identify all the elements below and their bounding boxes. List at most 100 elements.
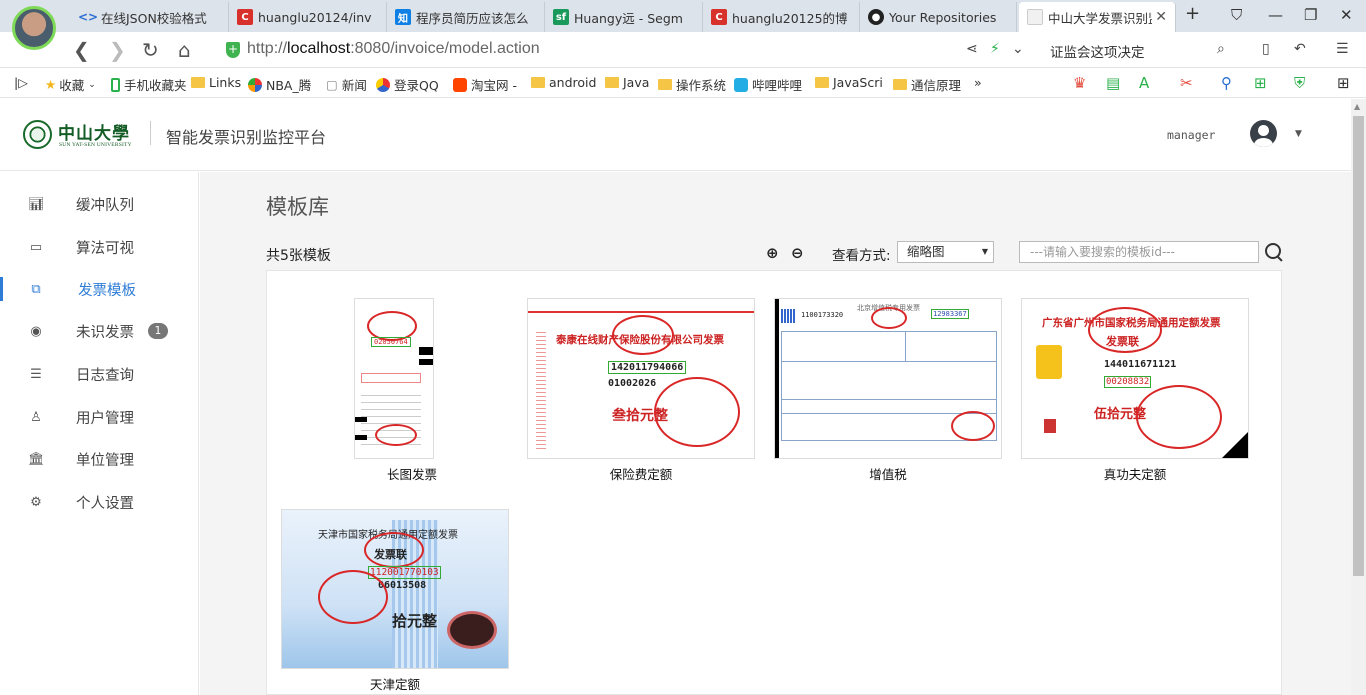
bookmark-item[interactable]: JavaScri xyxy=(815,75,883,90)
sidebar-item-user-management[interactable]: ♙ 用户管理 xyxy=(0,396,198,438)
template-card[interactable]: 02050764 长图发票 xyxy=(314,298,510,484)
template-thumbnail[interactable]: 1100173320 北京增值税专用发票 12983367 xyxy=(774,298,1002,459)
zoom-in-icon[interactable]: ⊕ xyxy=(766,244,779,262)
undo-icon[interactable]: ↶ xyxy=(1294,41,1306,57)
template-thumbnail[interactable]: 广东省广州市国家税务局通用定额发票 发票联 144011671121 00208… xyxy=(1021,298,1249,459)
sidebar-item-personal-settings[interactable]: ⚙ 个人设置 xyxy=(0,481,198,523)
folder-icon xyxy=(893,79,907,90)
browser-tab[interactable]: sf Huangy远 - Segm xyxy=(545,2,703,32)
menu-icon[interactable]: ☰ xyxy=(1336,41,1349,57)
sidebar-item-unrecognized[interactable]: ◉ 未识发票 1 xyxy=(0,310,198,352)
scan-edge xyxy=(775,299,779,458)
browser-tab-strip: <> 在线JSON校验格式 C huanglu20124/inv 知 程序员简历… xyxy=(0,0,1366,32)
shield-icon[interactable]: ⛨ xyxy=(1294,74,1305,92)
scrollbar-thumb[interactable] xyxy=(1353,116,1364,576)
sidebar-item-unit-management[interactable]: 🏛︎ 单位管理 xyxy=(0,438,198,480)
browser-tab[interactable]: <> 在线JSON校验格式 xyxy=(72,2,229,32)
bookmark-item[interactable]: 哔哩哔哩 xyxy=(734,75,802,94)
scissors-icon[interactable]: ✂ xyxy=(1180,74,1193,92)
forward-icon[interactable]: ❯ xyxy=(109,38,126,62)
user-avatar-icon[interactable] xyxy=(1250,120,1277,147)
template-thumbnail[interactable]: 泰康在线财产保险股份有限公司发票 142011794066 01002026 叁… xyxy=(527,298,755,459)
zoom-out-icon[interactable]: ⊖ xyxy=(791,244,804,262)
bookmark-favorites[interactable]: ★ 收藏 ⌄ xyxy=(45,75,96,94)
chevron-down-icon[interactable]: ⌄ xyxy=(1012,41,1024,57)
sidebar-item-invoice-templates[interactable]: ⧉ 发票模板 xyxy=(0,268,198,310)
bookmark-item[interactable]: Links xyxy=(191,75,241,90)
bookmark-item[interactable]: 通信原理 xyxy=(893,75,961,94)
template-thumbnail[interactable]: 天津市国家税务局通用定额发票 发票联 112001770103 06013508… xyxy=(281,509,509,669)
more-bookmarks-icon[interactable]: » xyxy=(974,75,982,90)
magnifier-icon[interactable]: ⚲ xyxy=(1221,74,1232,92)
sidebar-item-label: 未识发票 xyxy=(76,324,134,341)
bookmark-label: 手机收藏夹 xyxy=(124,78,187,93)
lightning-icon[interactable]: ⚡ xyxy=(990,41,1000,57)
reload-icon[interactable]: ↻ xyxy=(142,38,159,62)
sidebar: 📊︎ 缓冲队列 ▭ 算法可视 ⧉ 发票模板 ◉ 未识发票 1 ☰ 日志查询 ♙ … xyxy=(0,172,199,695)
gamepad-icon[interactable]: ⊞ xyxy=(1254,74,1267,92)
bookmark-item[interactable]: 手机收藏夹 xyxy=(111,75,187,94)
invoice-code: 144011671121 xyxy=(1104,359,1177,370)
sidebar-toggle-icon[interactable]: |▷ xyxy=(14,75,28,90)
search-icon[interactable] xyxy=(1263,241,1283,263)
url-field[interactable]: http://localhost:8080/invoice/model.acti… xyxy=(247,40,540,58)
phone-icon[interactable]: ▯ xyxy=(1262,41,1270,57)
book-icon[interactable]: ▤ xyxy=(1106,74,1120,92)
tshirt-icon[interactable]: ⛉ xyxy=(1231,6,1242,24)
sidebar-item-log-query[interactable]: ☰ 日志查询 xyxy=(0,353,198,395)
template-card[interactable]: 泰康在线财产保险股份有限公司发票 142011794066 01002026 叁… xyxy=(527,298,755,484)
browser-tab[interactable]: 知 程序员简历应该怎么 xyxy=(387,2,545,32)
username[interactable]: manager xyxy=(1167,128,1215,142)
template-card[interactable]: 广东省广州市国家税务局通用定额发票 发票联 144011671121 00208… xyxy=(1021,298,1249,484)
view-mode-select[interactable]: 缩略图 ▼ xyxy=(897,241,994,263)
translate-icon[interactable]: A xyxy=(1139,74,1149,92)
bookmark-item[interactable]: Java xyxy=(605,75,649,90)
caret-down-icon[interactable]: ▼ xyxy=(1295,129,1302,139)
tab-label: 中山大学发票识别监 xyxy=(1048,10,1152,26)
bookmark-item[interactable]: NBA_腾 xyxy=(248,75,311,94)
search-icon[interactable]: ⌕ xyxy=(1217,41,1225,57)
browser-search-field[interactable]: 证监会这项决定 xyxy=(1050,41,1145,61)
csdn-icon: C xyxy=(237,9,253,25)
nba-icon xyxy=(248,77,262,92)
bookmark-item[interactable]: 登录QQ xyxy=(376,75,439,94)
bookmark-item[interactable]: ▢ 新闻 xyxy=(326,75,367,94)
bookmarks-bar: |▷ ★ 收藏 ⌄ 手机收藏夹 Links NBA_腾 ▢ 新闻 登录QQ 淘宝网 -… xyxy=(0,68,1366,98)
browser-tab[interactable]: ● Your Repositories xyxy=(860,2,1017,32)
new-tab-button[interactable]: + xyxy=(1185,3,1200,24)
folder-icon xyxy=(605,77,619,88)
csdn-icon: C xyxy=(711,9,727,25)
close-window-button[interactable]: ✕ xyxy=(1340,6,1353,24)
address-bar: ❮ ❯ ↻ ⌂ + http://localhost:8080/invoice/… xyxy=(0,32,1366,68)
browser-tab[interactable]: C huanglu20125的博 xyxy=(703,2,860,32)
template-card[interactable]: 天津市国家税务局通用定额发票 发票联 112001770103 06013508… xyxy=(281,509,509,695)
close-tab-icon[interactable]: ✕ xyxy=(1155,9,1167,25)
stamp-mark xyxy=(951,411,995,441)
restore-button[interactable]: ❐ xyxy=(1304,6,1317,24)
template-thumbnail[interactable]: 02050764 xyxy=(354,298,434,459)
home-icon[interactable]: ⌂ xyxy=(178,38,191,62)
template-search-input[interactable]: ---请输入要搜索的模板id--- xyxy=(1019,241,1259,263)
scroll-up-icon[interactable]: ▲ xyxy=(1354,102,1360,111)
sidebar-item-algorithm-visual[interactable]: ▭ 算法可视 xyxy=(0,226,198,268)
minimize-button[interactable]: — xyxy=(1268,6,1283,24)
share-icon[interactable]: ⋖ xyxy=(966,41,978,57)
logo-text: 中山大學 xyxy=(58,124,130,144)
sidebar-item-buffer-queue[interactable]: 📊︎ 缓冲队列 xyxy=(0,183,198,225)
browser-profile-avatar[interactable] xyxy=(12,6,56,50)
bookmark-item[interactable]: android xyxy=(531,75,596,90)
badge-icon[interactable]: ♛ xyxy=(1073,74,1086,92)
barcode-block xyxy=(419,359,433,365)
bookmark-label: 哔哩哔哩 xyxy=(752,78,803,93)
side-serial-strip xyxy=(536,329,546,449)
bookmark-item[interactable]: 淘宝网 - xyxy=(453,75,517,94)
browser-tab-active[interactable]: 中山大学发票识别监 ✕ xyxy=(1019,2,1176,32)
bookmark-label: NBA_腾 xyxy=(266,78,312,93)
stamp-mark xyxy=(375,424,417,446)
page-scrollbar[interactable]: ▲ xyxy=(1351,99,1366,695)
bookmark-item[interactable]: 操作系统 xyxy=(658,75,726,94)
grid-icon[interactable]: ⊞ xyxy=(1337,74,1350,92)
back-icon[interactable]: ❮ xyxy=(73,38,90,62)
browser-tab[interactable]: C huanglu20124/inv xyxy=(229,2,387,32)
template-card[interactable]: 1100173320 北京增值税专用发票 12983367 增值税 xyxy=(774,298,1002,484)
